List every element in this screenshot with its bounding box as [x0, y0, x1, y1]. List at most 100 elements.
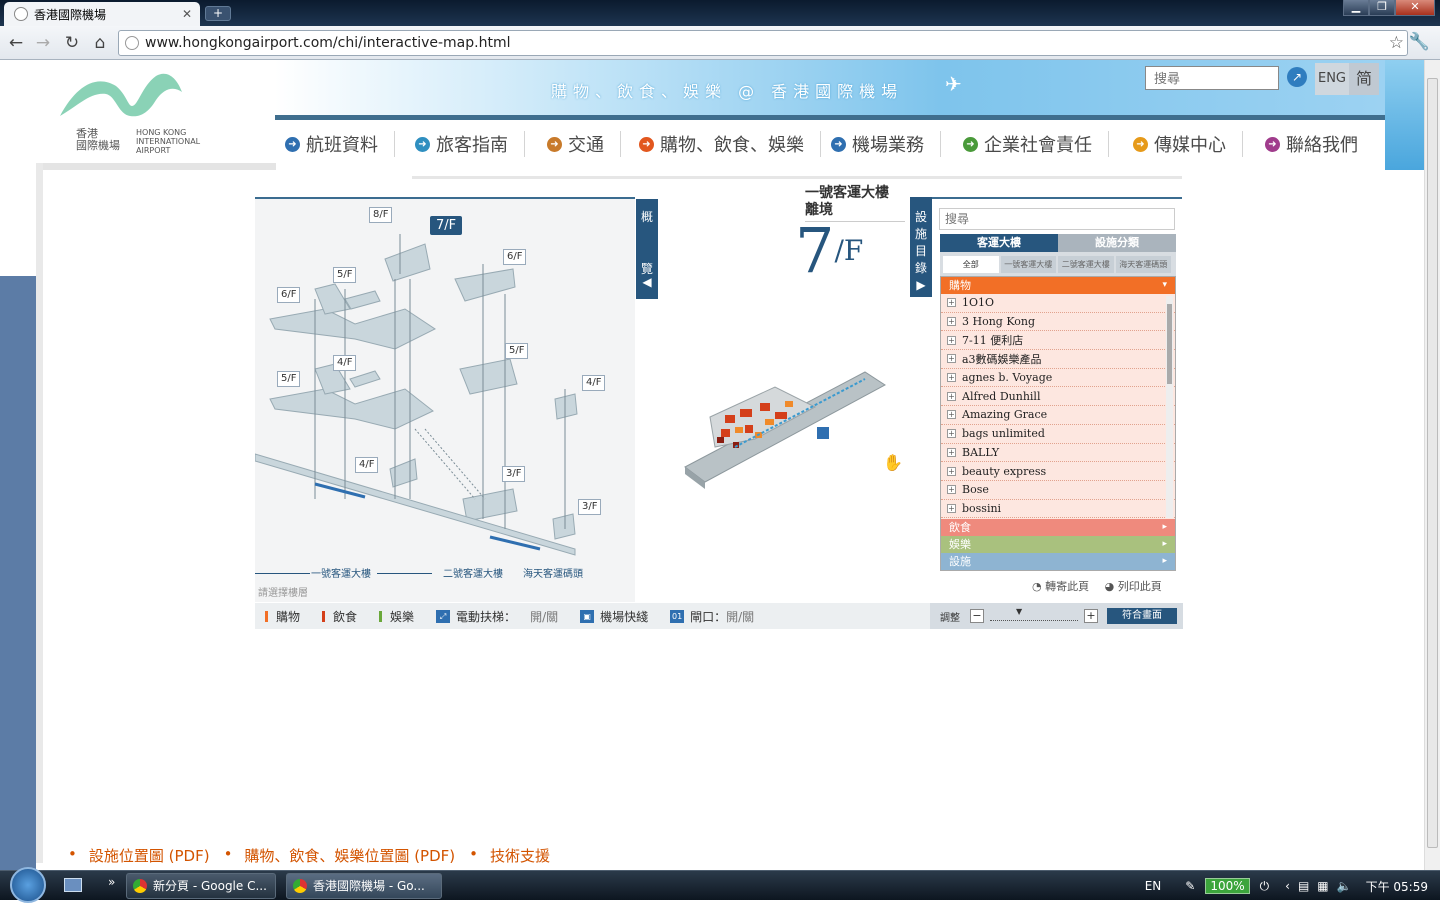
express-icon[interactable] — [817, 427, 829, 439]
show-desktop-icon[interactable] — [64, 878, 82, 892]
expand-icon: + — [947, 503, 956, 513]
floor-label-5f[interactable]: 5/F — [277, 371, 301, 387]
nav-passenger-guide[interactable]: ➜ 旅客指南 — [415, 131, 525, 157]
maximize-button[interactable]: ❐ — [1369, 0, 1395, 16]
home-icon[interactable]: ⌂ — [90, 33, 110, 53]
clock[interactable]: 下午 05:59 — [1366, 878, 1428, 895]
list-item[interactable]: + a3數碼娛樂產品 — [941, 350, 1175, 369]
new-tab-button[interactable]: + — [205, 6, 231, 21]
nav-flight-info[interactable]: ➜ 航班資料 — [285, 131, 395, 157]
directory-search-input[interactable] — [939, 208, 1175, 230]
facility-map-pdf-link[interactable]: 設施位置圖 (PDF) — [89, 845, 210, 866]
tab-category[interactable]: 設施分類 — [1058, 234, 1176, 252]
bookmark-star-icon[interactable]: ☆ — [1389, 33, 1404, 53]
list-item[interactable]: + beauty express — [941, 462, 1175, 481]
zoom-out-button[interactable]: − — [970, 609, 984, 623]
battery-level[interactable]: 100% — [1205, 878, 1250, 894]
floor-label-3f[interactable]: 3/F — [578, 499, 602, 515]
input-lang[interactable]: EN — [1145, 879, 1162, 893]
subtab-t2[interactable]: 二號客運大樓 — [1058, 256, 1114, 273]
scroll-thumb[interactable] — [1167, 304, 1172, 384]
close-tab-icon[interactable]: ✕ — [182, 7, 192, 21]
floor-label-8f[interactable]: 8/F — [369, 207, 393, 223]
reload-icon[interactable]: ↻ — [62, 33, 82, 53]
gate-toggle[interactable]: 01 閘口： 開/關 — [670, 608, 754, 625]
network-icon[interactable]: ▦ — [1317, 879, 1328, 893]
zoom-in-button[interactable]: + — [1084, 609, 1098, 623]
shop-dine-map-pdf-link[interactable]: 購物、飲食、娛樂位置圖 (PDF) — [244, 845, 455, 866]
subtab-t1[interactable]: 一號客運大樓 — [1000, 256, 1056, 273]
site-search-input[interactable] — [1145, 66, 1279, 90]
taskbar-item-hkia[interactable]: 香港國際機場 - Go... — [286, 873, 442, 899]
email-page-link[interactable]: ◔ 轉寄此頁 — [1032, 580, 1089, 593]
list-item[interactable]: + Alfred Dunhill — [941, 387, 1175, 407]
chevron-left-icon[interactable]: ‹ — [1285, 879, 1290, 893]
list-item[interactable]: +3 Hong Kong — [941, 313, 1175, 332]
floor-label-3f[interactable]: 3/F — [502, 466, 526, 482]
scroll-thumb[interactable] — [1427, 78, 1438, 848]
list-item[interactable]: + BALLY — [941, 444, 1175, 463]
pen-icon[interactable]: ✎ — [1185, 879, 1195, 893]
floor-plan-map[interactable] — [665, 317, 910, 517]
category-shopping[interactable]: 購物 ▾ — [941, 277, 1175, 294]
volume-icon[interactable]: 🔈 — [1337, 879, 1352, 893]
directory-toggle[interactable]: 設 施 目 錄 ▶ — [910, 197, 932, 297]
escalator-toggle-value[interactable]: 開/關 — [530, 608, 558, 625]
print-page-link[interactable]: ◕ 列印此頁 — [1105, 580, 1162, 593]
list-item[interactable]: + Bose — [941, 481, 1175, 500]
zoom-slider-handle[interactable]: ▼ — [1016, 607, 1022, 616]
nav-contact[interactable]: ➜ 聯絡我們 — [1265, 131, 1374, 157]
floor-label-4f[interactable]: 4/F — [355, 457, 379, 473]
nav-airport-business[interactable]: ➜ 機場業務 — [831, 131, 941, 157]
list-item[interactable]: + bossini — [941, 500, 1175, 519]
floor-label-5f[interactable]: 5/F — [505, 343, 529, 359]
fit-screen-button[interactable]: 符合畫面 — [1107, 608, 1177, 624]
floor-label-4f[interactable]: 4/F — [582, 375, 606, 391]
search-go-button[interactable]: ↗ — [1287, 67, 1307, 87]
list-item[interactable]: + agnes b. Voyage — [941, 369, 1175, 388]
chevron-right-icon[interactable]: » — [108, 875, 115, 889]
list-scrollbar[interactable] — [1166, 296, 1173, 518]
gate-toggle-value[interactable]: 開/關 — [726, 608, 754, 625]
nav-media[interactable]: ➜ 傳媒中心 — [1133, 131, 1243, 157]
nav-shop-dine[interactable]: ➜ 購物、飲食、娛樂 — [639, 131, 821, 157]
shop-name: bags unlimited — [962, 427, 1045, 441]
tray-app-icon[interactable]: ▤ — [1298, 879, 1309, 893]
tab-terminal[interactable]: 客運大樓 — [940, 234, 1058, 252]
back-icon[interactable]: ← — [6, 33, 26, 53]
wrench-icon[interactable]: 🔧 — [1409, 32, 1430, 52]
minimize-button[interactable]: ▁ — [1343, 0, 1369, 16]
floor-label-5f[interactable]: 5/F — [333, 267, 357, 283]
tech-support-link[interactable]: 技術支援 — [490, 845, 550, 866]
floor-detail-view[interactable]: 一號客運大樓 離境 7/F ✋ — [665, 185, 910, 602]
power-icon[interactable]: ⏻ — [1260, 879, 1270, 894]
floor-label-6f[interactable]: 6/F — [503, 249, 527, 265]
category-entertainment[interactable]: 娛樂 ▸ — [941, 536, 1175, 553]
category-dining[interactable]: 飲食 ▸ — [941, 519, 1175, 536]
list-item[interactable]: +7-11 便利店 — [941, 331, 1175, 351]
selected-floor-label[interactable]: 7/F — [430, 216, 463, 235]
hkia-logo[interactable]: 香港 國際機場 HONG KONG INTERNATIONAL AIRPORT — [56, 66, 226, 155]
close-window-button[interactable]: ✕ — [1395, 0, 1435, 16]
overview-toggle[interactable]: 概 覽 ◀ — [636, 199, 658, 299]
list-item[interactable]: + bags unlimited — [941, 425, 1175, 444]
lang-eng-button[interactable]: ENG — [1315, 63, 1349, 95]
nav-csr[interactable]: ➜ 企業社會責任 — [963, 131, 1109, 157]
page-scrollbar[interactable] — [1424, 60, 1440, 870]
browser-tab[interactable]: 香港國際機場 ✕ — [4, 2, 200, 26]
nav-transport[interactable]: ➜ 交通 — [547, 131, 621, 157]
subtab-all[interactable]: 全部 — [943, 256, 999, 273]
taskbar-item-newtab[interactable]: 新分頁 - Google C... — [126, 873, 276, 899]
floor-label-4f[interactable]: 4/F — [333, 355, 357, 371]
lang-sc-button[interactable]: 简 — [1349, 63, 1379, 95]
list-item[interactable]: +1O1O — [941, 294, 1175, 313]
zoom-slider[interactable]: ▼ — [990, 607, 1078, 621]
forward-icon[interactable]: → — [33, 33, 53, 53]
category-facilities[interactable]: 設施 ▸ — [941, 553, 1175, 570]
address-bar[interactable]: www.hongkongairport.com/chi/interactive-… — [118, 30, 1408, 56]
list-item[interactable]: + Amazing Grace — [941, 406, 1175, 425]
floor-label-6f[interactable]: 6/F — [277, 287, 301, 303]
subtab-skypier[interactable]: 海天客運碼頭 — [1115, 256, 1171, 273]
start-button[interactable] — [10, 867, 46, 903]
escalator-toggle[interactable]: ⤢ 電動扶梯： 開/關 — [436, 608, 558, 625]
